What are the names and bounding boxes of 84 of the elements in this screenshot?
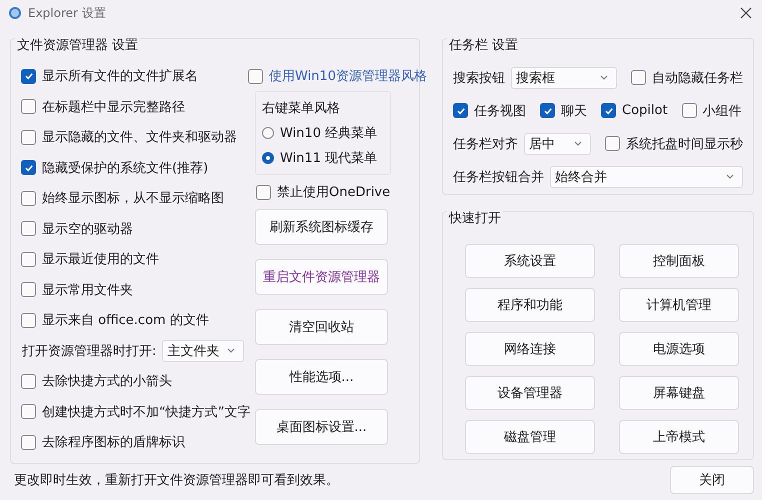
checkbox[interactable] [21,312,36,328]
checkbox[interactable] [601,103,616,118]
checkbox-label: 任务视图 [474,102,526,120]
close-icon[interactable] [740,7,752,19]
field-label: 任务栏按钮合并 [453,168,544,186]
dropdown[interactable]: 始终合并 [550,166,743,188]
checkbox[interactable] [21,130,36,145]
checkbox[interactable] [21,221,36,236]
shortcut-button[interactable]: 磁盘管理 [465,420,595,454]
checkbox-label: 自动隐藏任务栏 [652,70,743,86]
checkbox[interactable] [453,103,468,118]
checkbox-label: 在标题栏中显示完整路径 [42,98,185,116]
checkbox[interactable] [21,434,36,450]
checkbox-label: 禁止使用OneDrive [277,184,390,201]
group-title: 右键菜单风格 [262,100,341,118]
shortcut-button[interactable]: 屏幕键盘 [619,376,739,410]
shortcut-button[interactable]: 电源选项 [619,332,739,366]
group-title: 文件资源管理器 设置 [15,36,140,54]
action-button[interactable]: 刷新系统图标缓存 [255,209,388,245]
dropdown[interactable]: 主文件夹 [162,340,244,362]
checkbox[interactable] [21,252,36,267]
checkbox[interactable] [21,404,36,420]
field-label: 搜索按钮 [453,70,505,86]
checkbox-label: 显示常用文件夹 [42,282,133,299]
checkbox-label: 小组件 [702,102,742,120]
chevron-down-icon [574,141,582,146]
checkbox[interactable] [21,190,36,206]
radio-label: Win10 经典菜单 [280,124,378,142]
checkbox[interactable] [21,68,36,84]
checkbox-label: 显示最近使用的文件 [42,251,159,268]
dropdown[interactable]: 搜索框 [511,66,617,88]
close-button[interactable]: 关闭 [670,466,754,494]
checkbox-label: 始终显示图标，从不显示缩略图 [42,190,224,208]
checkbox-label: 聊天 [561,102,587,120]
field-label: 任务栏对齐 [453,136,518,152]
window-title: Explorer 设置 [28,4,106,22]
action-button[interactable]: 桌面图标设置... [255,409,388,445]
checkbox[interactable] [631,70,646,85]
checkbox[interactable] [682,103,697,118]
checkbox-label: Copilot [622,103,668,118]
checkmark-icon [24,71,34,82]
checkbox-label: 显示所有文件的文件扩展名 [42,68,198,86]
radio-button[interactable] [262,126,274,139]
checkbox[interactable] [248,68,263,84]
action-button[interactable]: 性能选项... [255,359,388,395]
checkbox[interactable] [21,374,36,389]
checkmark-icon [604,106,614,116]
checkbox-label: 去除程序图标的盾牌标识 [42,434,185,452]
checkmark-icon [24,162,34,173]
dropdown[interactable]: 居中 [524,132,591,154]
chevron-down-icon [227,348,236,354]
checkbox-label: 隐藏受保护的系统文件(推荐) [42,160,208,177]
shortcut-button[interactable]: 控制面板 [619,244,739,278]
checkbox[interactable] [605,136,620,151]
action-button[interactable]: 清空回收站 [255,309,388,345]
checkmark-icon [542,106,552,116]
field-label: 打开资源管理器时打开: [22,342,156,360]
checkbox[interactable] [256,184,271,200]
checkbox-label: 显示隐藏的文件、文件夹和驱动器 [42,129,237,146]
checkbox[interactable] [540,103,555,118]
checkmark-icon [456,106,466,116]
shortcut-button[interactable]: 系统设置 [465,244,595,278]
chevron-down-icon [726,174,734,179]
radio-label: Win11 现代菜单 [280,150,378,167]
checkbox-label: 去除快捷方式的小箭头 [42,373,172,390]
shortcut-button[interactable]: 设备管理器 [465,376,595,410]
checkbox-label: 使用Win10资源管理器风格 [269,68,427,85]
checkbox[interactable] [21,160,36,176]
checkbox-label: 创建快捷方式时不加“快捷方式”文字 [42,404,250,421]
checkbox-label: 显示空的驱动器 [42,220,133,238]
action-button[interactable]: 重启文件资源管理器 [255,259,388,295]
checkbox-label: 显示来自 office.com 的文件 [42,312,209,330]
checkbox[interactable] [21,99,36,114]
shortcut-button[interactable]: 计算机管理 [619,288,739,322]
checkbox-label: 系统托盘时间显示秒 [626,136,743,152]
checkbox[interactable] [21,282,36,298]
chevron-down-icon [600,75,608,80]
radio-button[interactable] [262,152,274,164]
status-text: 更改即时生效，重新打开文件资源管理器即可看到效果。 [14,472,339,489]
group-title: 任务栏 设置 [447,36,520,54]
app-icon [8,6,22,20]
shortcut-button[interactable]: 网络连接 [465,332,595,366]
shortcut-button[interactable]: 程序和功能 [465,288,595,322]
shortcut-button[interactable]: 上帝模式 [619,420,739,454]
